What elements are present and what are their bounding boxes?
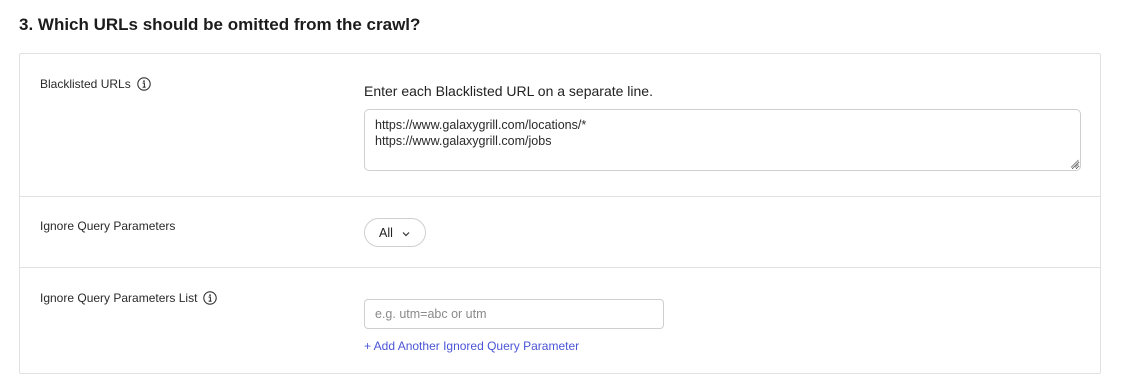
blacklisted-urls-label-group: Blacklisted URLs bbox=[40, 76, 151, 92]
chevron-down-icon bbox=[401, 228, 411, 238]
blacklisted-urls-row: Blacklisted URLs Enter each Blacklisted … bbox=[20, 54, 1100, 197]
omit-urls-card: Blacklisted URLs Enter each Blacklisted … bbox=[19, 53, 1101, 374]
ignore-query-parameters-dropdown[interactable]: All bbox=[364, 218, 426, 247]
blacklisted-urls-textarea[interactable] bbox=[364, 109, 1081, 171]
resize-grip-icon[interactable] bbox=[1070, 159, 1079, 168]
blacklisted-urls-instruction: Enter each Blacklisted URL on a separate… bbox=[364, 83, 653, 99]
info-icon[interactable] bbox=[136, 77, 151, 91]
ignored-query-parameter-input[interactable] bbox=[364, 299, 664, 329]
section-title: 3. Which URLs should be omitted from the… bbox=[19, 15, 421, 34]
ignore-query-parameters-row: Ignore Query Parameters All bbox=[20, 197, 1100, 268]
info-icon[interactable] bbox=[203, 291, 218, 305]
ignore-query-parameters-list-label-group: Ignore Query Parameters List bbox=[40, 290, 218, 306]
ignore-query-parameters-label-group: Ignore Query Parameters bbox=[40, 218, 175, 234]
ignore-query-parameters-list-row: Ignore Query Parameters List + Add Anoth… bbox=[20, 268, 1100, 375]
ignore-query-parameters-label: Ignore Query Parameters bbox=[40, 219, 176, 233]
crawl-settings-page: 3. Which URLs should be omitted from the… bbox=[0, 0, 1122, 387]
ignore-query-parameters-list-label: Ignore Query Parameters List bbox=[40, 291, 198, 305]
dropdown-selected-value: All bbox=[379, 225, 393, 240]
add-ignored-query-parameter-link[interactable]: + Add Another Ignored Query Parameter bbox=[364, 338, 579, 354]
blacklisted-urls-label: Blacklisted URLs bbox=[40, 77, 131, 91]
